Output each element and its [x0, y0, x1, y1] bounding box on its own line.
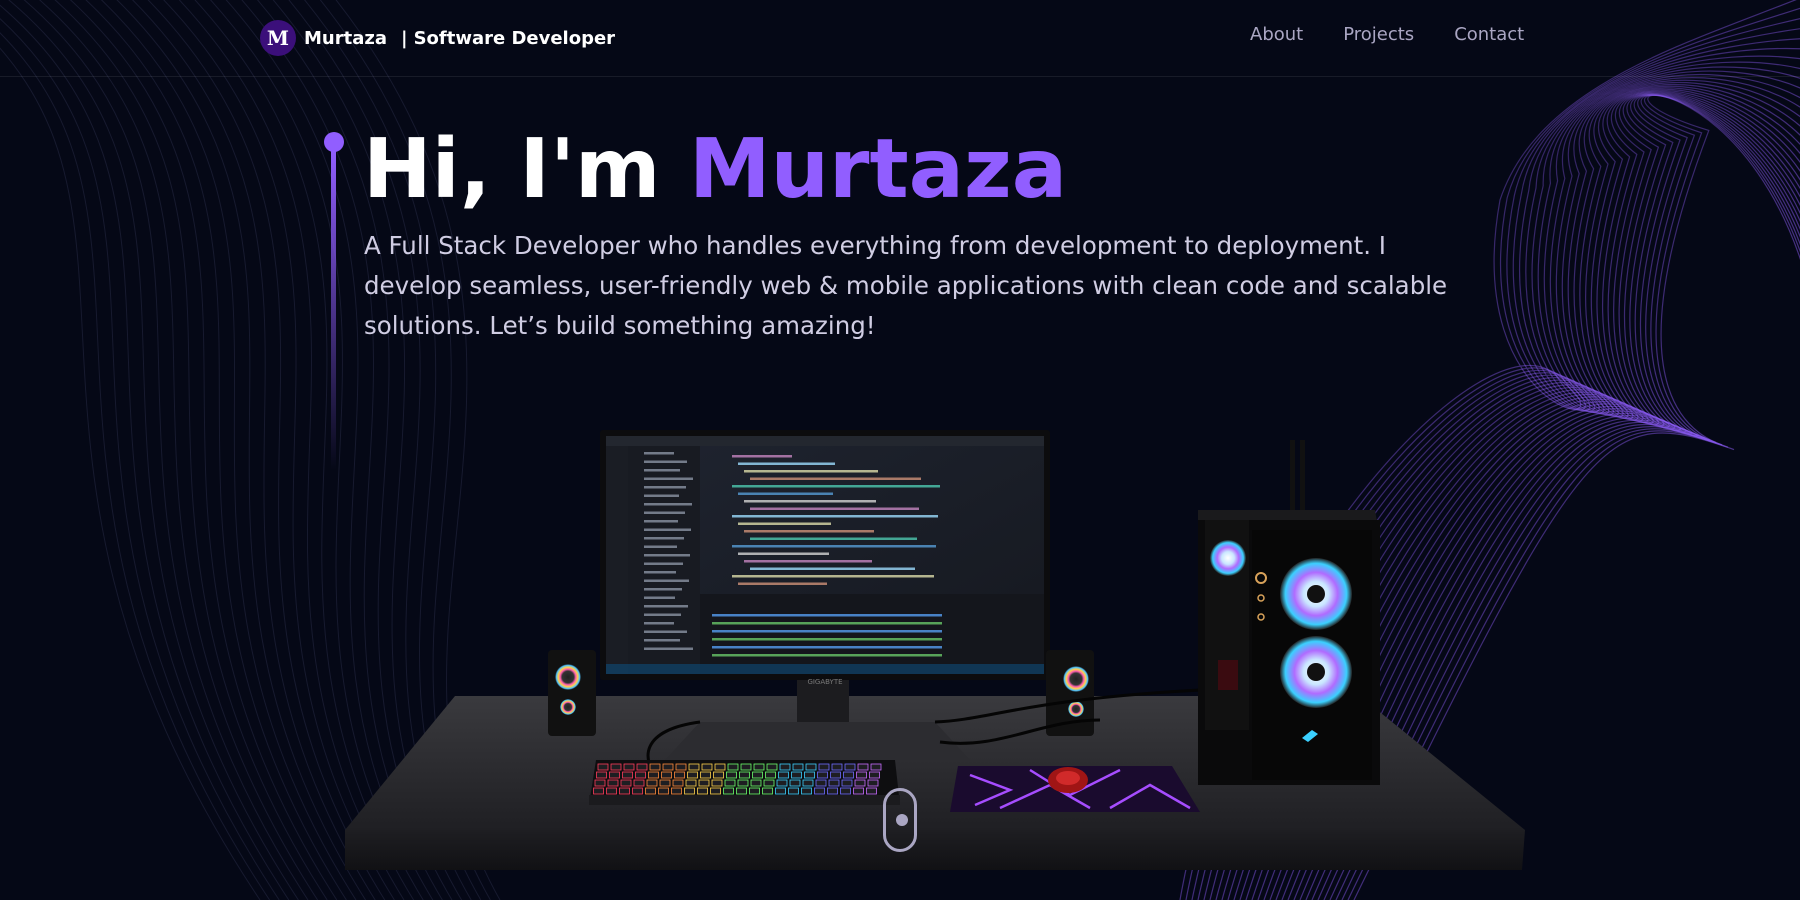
- brand-home-link[interactable]: M Murtaza | Software Developer: [260, 20, 615, 56]
- cables: [646, 688, 1201, 782]
- nav-link-projects[interactable]: Projects: [1343, 24, 1414, 45]
- brand-role: Software Developer: [413, 27, 616, 49]
- brand-name: Murtaza: [304, 27, 387, 49]
- hero-name: Murtaza: [689, 122, 1068, 217]
- hero-title: Hi, I'm Murtaza: [363, 122, 1067, 218]
- nav-links: About Projects Contact: [1250, 24, 1564, 45]
- monitor: GIGABYTE: [600, 430, 1050, 686]
- brand-separator: |: [400, 27, 408, 49]
- hero-accent-dot: [324, 132, 344, 152]
- hero-greeting: Hi, I'm: [363, 122, 690, 217]
- keyboard: [589, 760, 900, 805]
- mouse-pad: [950, 766, 1200, 812]
- svg-text:GIGABYTE: GIGABYTE: [807, 678, 842, 686]
- brand-logo: M: [260, 20, 296, 56]
- hero-accent-line: [331, 150, 336, 470]
- desk: [345, 696, 1525, 870]
- hero-description: A Full Stack Developer who handles every…: [364, 231, 1448, 340]
- pc-tower: [1198, 440, 1380, 785]
- left-speaker: [548, 650, 596, 736]
- nav-link-about[interactable]: About: [1250, 24, 1303, 45]
- navbar: M Murtaza | Software Developer About Pro…: [0, 0, 1800, 77]
- monitor-stand: [665, 680, 970, 760]
- mouse-scroll-icon[interactable]: [883, 788, 917, 852]
- scroll-dot: [896, 814, 908, 826]
- nav-link-contact[interactable]: Contact: [1454, 24, 1524, 45]
- right-speaker: [1046, 650, 1094, 736]
